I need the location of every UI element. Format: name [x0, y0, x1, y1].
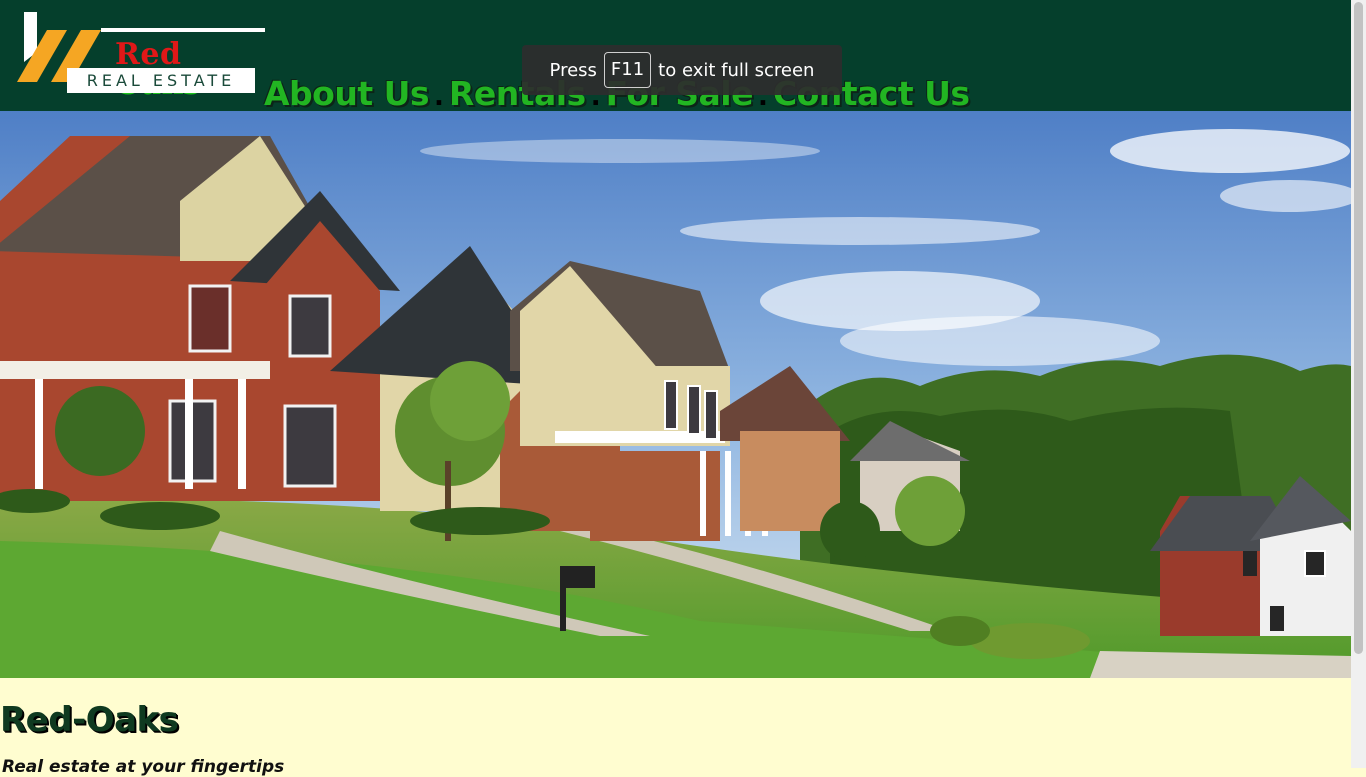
toast-prefix: Press — [549, 59, 597, 81]
logo-subtitle: REAL ESTATE — [67, 68, 255, 93]
page-title: Red-Oaks — [0, 700, 179, 740]
hero-houses-illustration — [0, 111, 1351, 678]
hero-image — [0, 111, 1351, 678]
toast-suffix: to exit full screen — [658, 59, 815, 81]
vertical-scrollbar[interactable] — [1351, 0, 1366, 768]
logo[interactable]: Red Oaks REAL ESTATE — [15, 10, 265, 100]
page-tagline: Real estate at your fingertips — [2, 757, 285, 777]
nav-about-us[interactable]: About Us — [264, 74, 430, 113]
toast-key-f11: F11 — [603, 52, 652, 88]
fullscreen-exit-toast: Press F11 to exit full screen — [522, 45, 842, 95]
nav-separator: . — [434, 82, 444, 112]
scrollbar-thumb[interactable] — [1354, 2, 1363, 654]
